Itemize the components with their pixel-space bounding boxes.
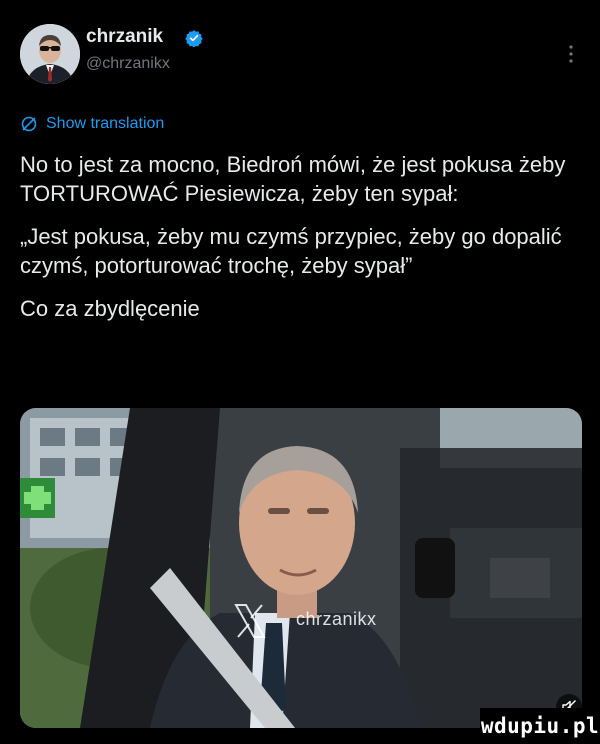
tweet-paragraph: No to jest za mocno, Biedroń mówi, że je… — [20, 152, 566, 206]
author-handle[interactable]: @chrzanikx — [86, 55, 170, 73]
tweet-paragraph: „Jest pokusa, żeby mu czymś przypiec, że… — [20, 224, 562, 278]
verified-badge-icon — [185, 30, 203, 47]
author-display-name[interactable]: chrzanik — [86, 26, 163, 48]
tweet-video[interactable]: chrzanikx — [20, 408, 582, 728]
site-watermark: wdupiu.pl — [480, 708, 600, 744]
video-watermark-text: chrzanikx — [296, 609, 377, 629]
tweet-header: chrzanik @chrzanikx — [0, 0, 600, 110]
tweet-paragraph: Co za zbydlęcenie — [20, 296, 200, 321]
avatar-image — [20, 24, 80, 84]
tweet-text: No to jest za mocno, Biedroń mówi, że je… — [20, 150, 580, 323]
x-logo-icon — [234, 604, 266, 638]
translate-icon — [21, 116, 37, 132]
show-translation-link[interactable]: Show translation — [20, 112, 164, 136]
show-translation-label: Show translation — [46, 115, 165, 132]
more-options-icon[interactable] — [566, 42, 576, 66]
avatar[interactable] — [20, 24, 80, 84]
video-frame-image — [20, 408, 582, 728]
